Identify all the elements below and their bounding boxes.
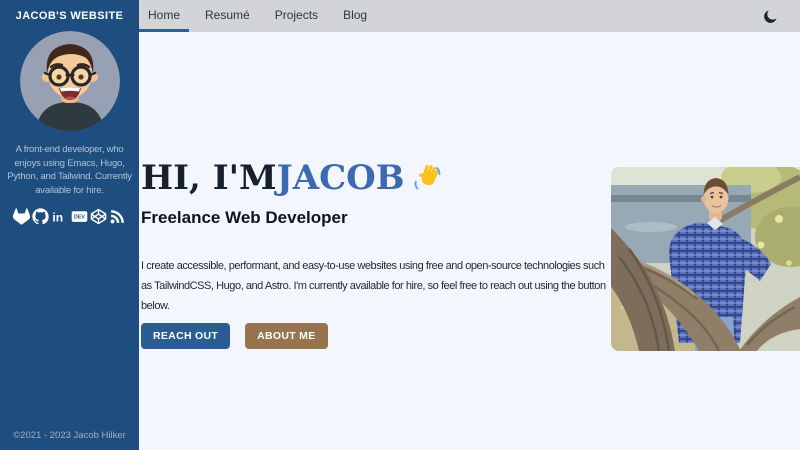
copyright: ©2021 - 2023 Jacob Hilker xyxy=(13,430,126,441)
social-links: in DEV xyxy=(13,208,127,225)
avatar xyxy=(20,31,120,131)
waving-hand-icon xyxy=(412,163,442,193)
rss-icon[interactable] xyxy=(109,208,126,225)
nav-item-blog[interactable]: Blog xyxy=(334,0,376,32)
greeting-name: JACOB xyxy=(277,158,405,198)
sidebar-bio: A front-end developer, who enjoys using … xyxy=(6,143,133,197)
hero-heading: HI, I'M JACOB xyxy=(141,158,611,198)
dark-mode-toggle[interactable] xyxy=(762,7,780,25)
top-nav: Home Resumé Projects Blog xyxy=(139,0,800,32)
svg-text:in: in xyxy=(53,210,64,224)
about-me-button[interactable]: ABOUT ME xyxy=(245,323,327,349)
github-icon[interactable] xyxy=(32,208,49,225)
hero-buttons: REACH OUT ABOUT ME xyxy=(141,323,611,349)
nav-item-resume[interactable]: Resumé xyxy=(196,0,259,32)
nav-item-home[interactable]: Home xyxy=(139,0,189,32)
reach-out-button[interactable]: REACH OUT xyxy=(141,323,230,349)
portrait-photo xyxy=(611,167,800,351)
main-column: Home Resumé Projects Blog HI, I'M JACOB xyxy=(139,0,800,450)
hero-subtitle: Freelance Web Developer xyxy=(141,206,611,230)
avatar-illustration xyxy=(20,31,120,131)
moon-icon xyxy=(762,8,779,25)
sidebar: JACOB'S WEBSITE xyxy=(0,0,139,450)
site-title: JACOB'S WEBSITE xyxy=(16,10,124,22)
dev-icon[interactable]: DEV xyxy=(71,208,88,225)
svg-text:DEV: DEV xyxy=(74,215,85,221)
greeting-prefix: HI, I'M xyxy=(141,158,277,198)
linkedin-icon[interactable]: in xyxy=(51,208,68,225)
hero-description: I create accessible, performant, and eas… xyxy=(141,256,611,316)
page: JACOB'S WEBSITE xyxy=(0,0,800,450)
nav-item-projects[interactable]: Projects xyxy=(266,0,327,32)
codepen-icon[interactable] xyxy=(90,208,107,225)
hero-section: HI, I'M JACOB Freelance Web Developer xyxy=(141,158,611,349)
gitlab-icon[interactable] xyxy=(13,208,30,225)
main-content: HI, I'M JACOB Freelance Web Developer xyxy=(139,32,800,450)
